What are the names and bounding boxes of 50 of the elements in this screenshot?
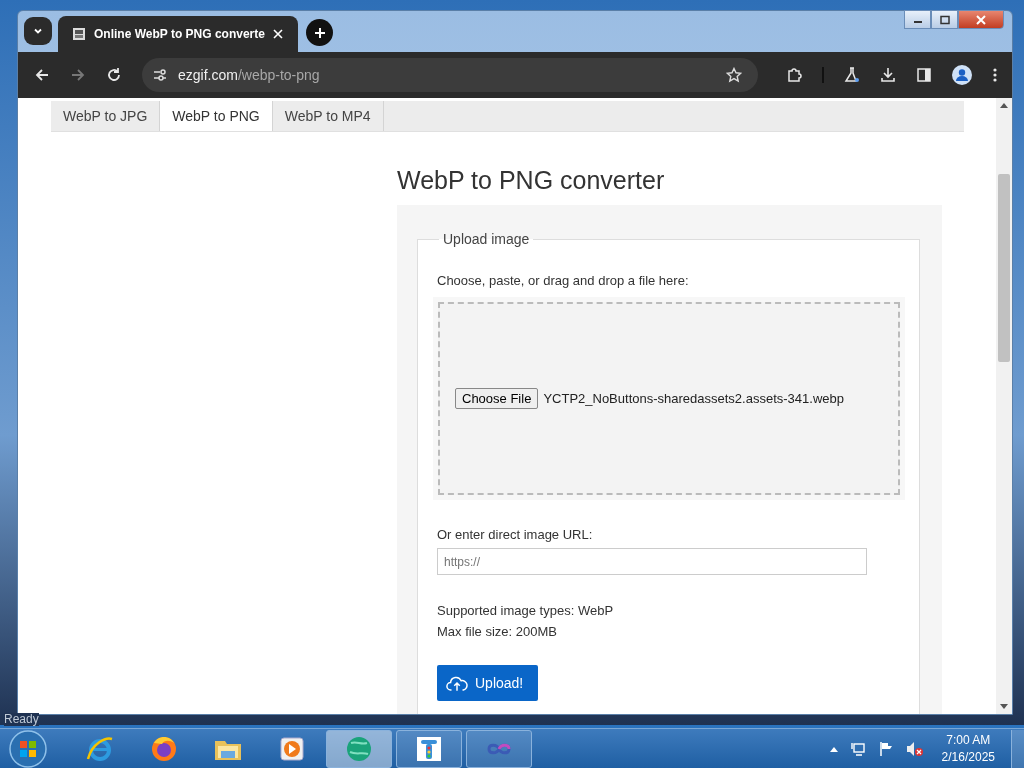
side-panel-icon[interactable] (916, 67, 932, 83)
forward-icon[interactable] (70, 67, 86, 83)
minimize-button[interactable] (904, 10, 931, 29)
tab-search-button[interactable] (24, 17, 52, 45)
close-button[interactable] (958, 10, 1004, 29)
taskbar-button[interactable] (466, 729, 532, 768)
profile-icon[interactable] (952, 65, 972, 85)
page-heading: WebP to PNG converter (397, 166, 666, 195)
download-icon[interactable] (880, 67, 896, 83)
choose-file-button[interactable]: Choose File (455, 388, 539, 409)
maximize-icon (938, 14, 951, 25)
page-tab[interactable]: WebP to PNG (160, 101, 273, 131)
flag-icon[interactable] (877, 740, 894, 757)
site-settings-icon[interactable] (152, 67, 168, 83)
file-name: YCTP2_NoButtons-sharedassets2.assets-341.webp (543, 391, 844, 406)
new-tab-button[interactable] (306, 19, 333, 46)
back-icon[interactable] (34, 67, 50, 83)
muted-speaker-icon[interactable] (905, 740, 924, 757)
reload-icon[interactable] (106, 67, 122, 83)
menu-icon[interactable] (992, 67, 998, 83)
fieldset-legend: Upload image (439, 231, 534, 247)
tab-title: Online WebP to PNG converte (94, 27, 265, 41)
star-icon[interactable] (726, 67, 742, 83)
close-tab-icon[interactable] (272, 29, 283, 39)
clock[interactable]: 7:00 AM 2/16/2025 (941, 731, 995, 766)
close-icon (975, 14, 987, 25)
upload-prompt: Choose, paste, or drag and drop a file here: (437, 273, 689, 288)
show-hidden-icons[interactable] (829, 745, 838, 752)
cloud-upload-icon (446, 674, 468, 692)
max-size-text: Max file size: 200MB (437, 624, 557, 639)
flask-icon[interactable] (844, 67, 860, 83)
supported-types-text: Supported image types: WebP (437, 603, 614, 618)
taskbar-button[interactable] (396, 729, 462, 768)
upload-button[interactable]: Upload! (437, 665, 539, 701)
url-label: Or enter direct image URL: (437, 527, 593, 542)
plus-icon (313, 26, 326, 39)
scroll-down-icon[interactable] (1000, 704, 1008, 710)
start-button[interactable] (8, 728, 48, 768)
status-text: Ready (4, 713, 39, 726)
scrollbar-thumb[interactable] (998, 174, 1010, 362)
maximize-button[interactable] (931, 10, 958, 29)
address-bar[interactable]: ezgif.com/webp-to-png (142, 58, 758, 92)
scroll-up-icon[interactable] (1000, 102, 1008, 108)
url-text: ezgif.com/webp-to-png (178, 67, 320, 83)
network-icon[interactable] (849, 740, 866, 757)
url-input-field[interactable]: https:// (437, 548, 867, 575)
puzzle-icon[interactable] (786, 67, 802, 83)
page-tab[interactable]: WebP to MP4 (272, 101, 384, 131)
favicon-icon (72, 27, 86, 41)
browser-tab[interactable]: Online WebP to PNG converte (58, 16, 298, 52)
